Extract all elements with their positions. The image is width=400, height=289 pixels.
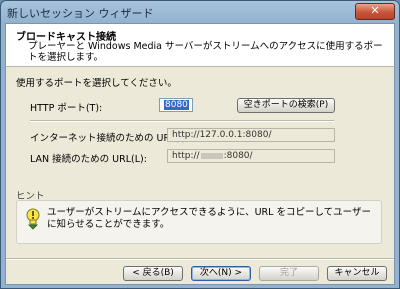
- title-bar[interactable]: 新しいセッション ウィザード ✕: [1, 1, 399, 23]
- finish-button[interactable]: 完了: [259, 266, 319, 281]
- wizard-header: ブロードキャスト接続 プレーヤーと Windows Media サーバーがストリ…: [6, 24, 394, 67]
- page-subtitle: プレーヤーと Windows Media サーバーがストリームへのアクセスに使用…: [28, 41, 383, 63]
- find-free-port-button[interactable]: 空きポートの検索(P): [237, 98, 335, 113]
- footer-divider: [6, 258, 394, 260]
- lightbulb-icon: [25, 208, 41, 234]
- hint-text: ユーザーがストリームにアクセスできるように、URL をコピーしてユーザーに知らせ…: [47, 207, 371, 230]
- close-icon: ✕: [370, 4, 380, 17]
- hint-panel: ユーザーがストリームにアクセスできるように、URL をコピーしてユーザーに知らせ…: [16, 200, 382, 244]
- cancel-button[interactable]: キャンセル: [327, 266, 387, 281]
- lan-url-field[interactable]: http:// :8080/: [167, 149, 335, 163]
- close-button[interactable]: ✕: [355, 3, 395, 20]
- http-port-label: HTTP ポート(T):: [30, 103, 103, 114]
- wizard-window: 新しいセッション ウィザード ✕ ブロードキャスト接続 プレーヤーと Windo…: [0, 0, 400, 289]
- instruction-text: 使用するポートを選択してください。: [16, 78, 177, 89]
- lan-url-label: LAN 接続のための URL(L):: [30, 154, 147, 165]
- lan-url-suffix: :8080/: [223, 151, 253, 161]
- internet-url-field[interactable]: http://127.0.0.1:8080/: [167, 128, 335, 142]
- http-port-input[interactable]: 8080: [159, 98, 193, 112]
- window-title: 新しいセッション ウィザード: [7, 7, 154, 20]
- internet-url-label: インターネット接続のための URL(I):: [30, 133, 189, 144]
- next-button[interactable]: 次へ(N) >: [191, 266, 251, 281]
- http-port-value: 8080: [164, 100, 189, 110]
- redacted-host: [200, 152, 223, 159]
- lan-url-prefix: http://: [172, 151, 200, 161]
- wizard-client-area: ブロードキャスト接続 プレーヤーと Windows Media サーバーがストリ…: [5, 23, 395, 285]
- divider: [30, 120, 334, 122]
- back-button[interactable]: < 戻る(B): [123, 266, 183, 281]
